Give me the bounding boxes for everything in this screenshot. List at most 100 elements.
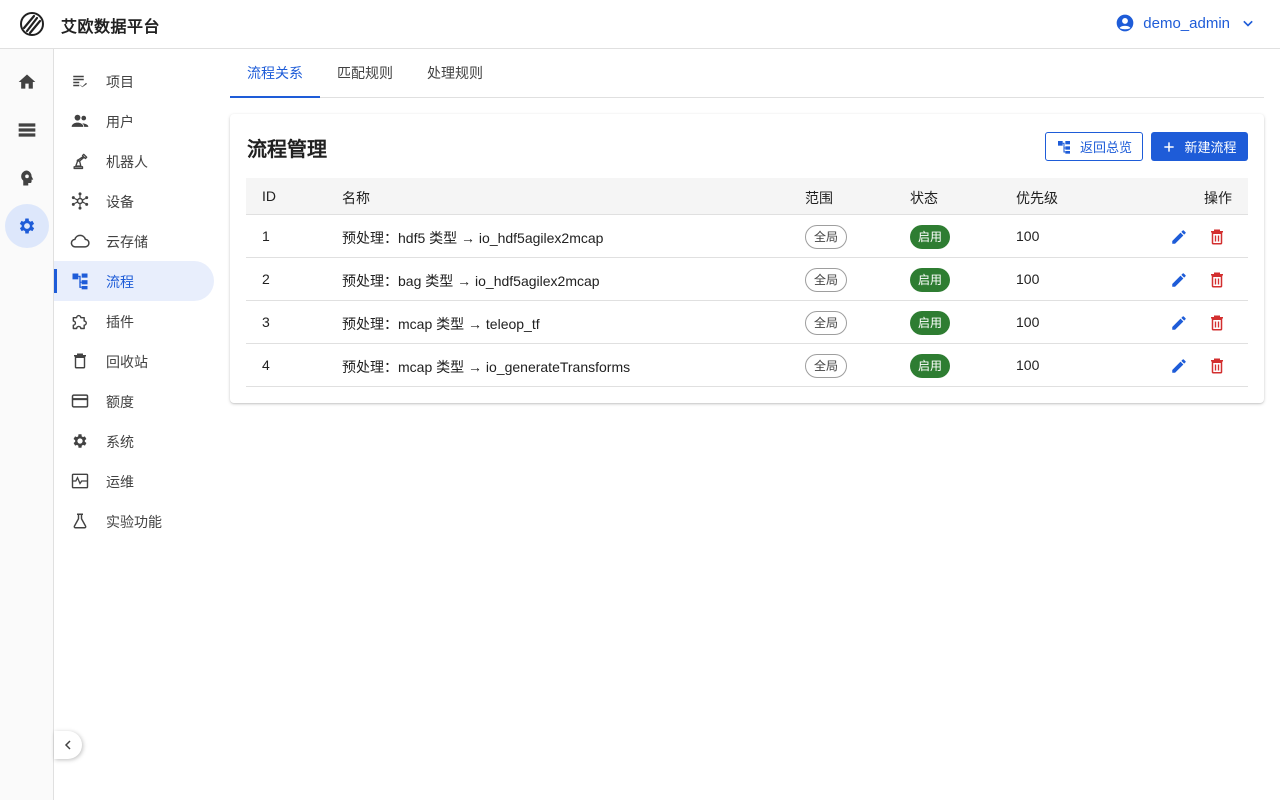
header-scope: 范围 <box>805 190 833 206</box>
sidebar-item-users[interactable]: 用户 <box>54 101 214 141</box>
header-priority: 优先级 <box>1016 190 1058 206</box>
scope-chip: 全局 <box>805 225 848 249</box>
user-menu[interactable]: demo_admin <box>1115 13 1258 33</box>
gear-icon <box>19 218 35 234</box>
flow-icon <box>70 271 90 291</box>
tab-bar: 流程关系 匹配规则 处理规则 <box>230 49 1264 98</box>
chevron-down-icon <box>1243 20 1253 27</box>
cell-id: 2 <box>262 271 270 287</box>
sidebar-item-label: 实验功能 <box>106 514 162 530</box>
sidebar-item-cloud-storage[interactable]: 云存储 <box>54 221 214 261</box>
sidebar-item-label: 额度 <box>106 394 134 410</box>
tab-processing-rules[interactable]: 处理规则 <box>410 49 500 97</box>
scope-chip: 全局 <box>805 268 848 292</box>
trash-icon <box>70 351 90 371</box>
pencil-icon <box>1172 359 1186 373</box>
rail-home[interactable] <box>5 60 49 104</box>
sidebar-item-label: 流程 <box>106 274 134 290</box>
trash-icon <box>1211 229 1223 245</box>
tab-match-rules[interactable]: 匹配规则 <box>320 49 410 97</box>
rail-brain[interactable] <box>5 156 49 200</box>
sidebar-item-label: 云存储 <box>106 234 148 250</box>
rail-settings[interactable] <box>5 204 49 248</box>
list-check-icon <box>70 71 90 91</box>
table-header: ID 名称 范围 状态 优先级 操作 <box>246 178 1248 215</box>
sidebar-item-ops[interactable]: 运维 <box>54 461 214 501</box>
plus-icon <box>1164 141 1175 152</box>
table-row[interactable]: 2 预处理：bag 类型 → io_hdf5agilex2mcap 全局 启用 … <box>246 258 1248 301</box>
sidebar-item-label: 系统 <box>106 434 134 450</box>
table-row[interactable]: 4 预处理：mcap 类型 → io_generateTransforms 全局… <box>246 344 1248 387</box>
cell-priority: 100 <box>1016 357 1040 373</box>
sidebar-item-system[interactable]: 系统 <box>54 421 214 461</box>
gear-icon <box>70 431 90 451</box>
sidebar-item-robots[interactable]: 机器人 <box>54 141 214 181</box>
pencil-icon <box>1172 230 1186 244</box>
status-badge: 启用 <box>910 354 951 378</box>
edit-button[interactable] <box>1168 355 1190 377</box>
cell-priority: 100 <box>1016 271 1040 287</box>
sidebar-item-label: 用户 <box>106 114 134 130</box>
flow-management-card: 流程管理 返回总览 新建流程 ID 名称 范围 状态 优先级 操作 1 预处理：… <box>230 114 1264 403</box>
delete-button[interactable] <box>1206 226 1228 248</box>
table-row[interactable]: 1 预处理：hdf5 类型 → io_hdf5agilex2mcap 全局 启用… <box>246 215 1248 258</box>
delete-button[interactable] <box>1206 355 1228 377</box>
sidebar-item-recycle-bin[interactable]: 回收站 <box>54 341 214 381</box>
sidebar-item-plugins[interactable]: 插件 <box>54 301 214 341</box>
status-badge: 启用 <box>910 268 951 292</box>
sidebar-item-label: 机器人 <box>106 154 148 170</box>
scope-chip: 全局 <box>805 354 848 378</box>
cell-id: 1 <box>262 228 270 244</box>
home-icon <box>18 74 36 89</box>
cloud-icon <box>70 231 90 251</box>
edit-button[interactable] <box>1168 226 1190 248</box>
new-flow-button[interactable]: 新建流程 <box>1151 132 1248 161</box>
header-id: ID <box>262 188 276 204</box>
back-to-overview-button[interactable]: 返回总览 <box>1045 132 1143 161</box>
sidebar-item-projects[interactable]: 项目 <box>54 61 214 101</box>
sidebar-item-quota[interactable]: 额度 <box>54 381 214 421</box>
delete-button[interactable] <box>1206 312 1228 334</box>
cell-id: 4 <box>262 357 270 373</box>
tab-flow-relations[interactable]: 流程关系 <box>230 49 320 98</box>
sidebar-item-experimental[interactable]: 实验功能 <box>54 501 214 541</box>
hub-icon <box>70 191 90 211</box>
card-icon <box>70 391 90 411</box>
delete-button[interactable] <box>1206 269 1228 291</box>
cell-name: 预处理：mcap 类型 → io_generateTransforms <box>342 359 631 375</box>
back-button-label: 返回总览 <box>1079 140 1132 155</box>
logo-icon[interactable] <box>20 12 44 36</box>
robot-arm-icon <box>70 151 90 171</box>
cell-name: 预处理：hdf5 类型 → io_hdf5agilex2mcap <box>342 230 604 246</box>
status-badge: 启用 <box>910 311 951 335</box>
page-title: 流程管理 <box>247 139 327 161</box>
users-icon <box>70 111 90 131</box>
sidebar-item-label: 设备 <box>106 194 134 210</box>
sidebar: 项目 用户 机器人 设备 云存储 流程 插件 回收站 额度 系统 运维 实验功能 <box>54 49 222 800</box>
sidebar-item-flow[interactable]: 流程 <box>54 261 214 301</box>
sidebar-item-label: 运维 <box>106 474 134 490</box>
storage-icon <box>18 123 36 137</box>
scope-chip: 全局 <box>805 311 848 335</box>
edit-button[interactable] <box>1168 269 1190 291</box>
header-actions: 操作 <box>1204 190 1232 206</box>
cell-name: 预处理：mcap 类型 → teleop_tf <box>342 316 540 332</box>
cell-priority: 100 <box>1016 228 1040 244</box>
trash-icon <box>1211 358 1223 374</box>
pencil-icon <box>1172 273 1186 287</box>
table-row[interactable]: 3 预处理：mcap 类型 → teleop_tf 全局 启用 100 <box>246 301 1248 344</box>
header-name: 名称 <box>342 190 370 206</box>
status-badge: 启用 <box>910 225 951 249</box>
flask-icon <box>70 511 90 531</box>
sidebar-item-devices[interactable]: 设备 <box>54 181 214 221</box>
brain-icon <box>21 170 34 186</box>
monitor-icon <box>70 471 90 491</box>
sidebar-collapse-button[interactable] <box>54 731 82 759</box>
edit-button[interactable] <box>1168 312 1190 334</box>
rail-storage[interactable] <box>5 108 49 152</box>
trash-icon <box>1211 272 1223 288</box>
username: demo_admin <box>1143 14 1230 32</box>
account-circle-icon <box>1116 14 1134 32</box>
pencil-icon <box>1172 316 1186 330</box>
sidebar-item-label: 项目 <box>106 74 134 90</box>
